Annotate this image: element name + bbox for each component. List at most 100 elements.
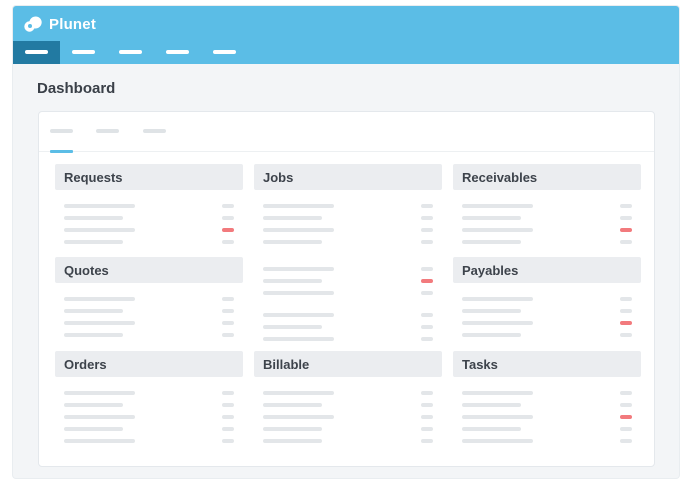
widget-header-receivables[interactable]: Receivables — [453, 164, 641, 190]
dashboard-card: Requests Quotes Orders Jobs Billable Rec… — [38, 111, 655, 467]
text-placeholder — [263, 403, 322, 407]
text-placeholder — [263, 291, 334, 295]
text-placeholder — [64, 391, 135, 395]
value-placeholder — [222, 391, 234, 395]
list-item — [254, 401, 442, 413]
text-placeholder — [64, 439, 135, 443]
text-placeholder — [462, 439, 533, 443]
alert-indicator — [620, 228, 632, 232]
text-placeholder — [64, 204, 135, 208]
nav-item-1[interactable] — [13, 41, 60, 64]
text-placeholder — [64, 321, 135, 325]
value-placeholder — [620, 391, 632, 395]
widget-header-jobs[interactable]: Jobs — [254, 164, 442, 190]
nav-item-2[interactable] — [60, 41, 107, 64]
value-placeholder — [620, 427, 632, 431]
tab-label-placeholder — [50, 129, 73, 133]
widget-header-payables[interactable]: Payables — [453, 257, 641, 283]
text-placeholder — [64, 216, 123, 220]
list-item — [254, 311, 442, 323]
tab-3[interactable] — [143, 112, 181, 152]
list-item — [453, 202, 641, 214]
list-item — [55, 437, 243, 449]
value-placeholder — [620, 309, 632, 313]
widget-rows — [453, 283, 641, 343]
list-item — [55, 331, 243, 343]
list-item — [55, 413, 243, 425]
list-item — [254, 226, 442, 238]
value-placeholder — [421, 313, 433, 317]
widget-rows — [55, 283, 243, 343]
alert-indicator — [620, 321, 632, 325]
text-placeholder — [263, 337, 334, 341]
widget-rows — [254, 301, 442, 347]
text-placeholder — [64, 415, 135, 419]
main-nav — [13, 41, 248, 64]
list-item — [254, 389, 442, 401]
value-placeholder — [222, 333, 234, 337]
text-placeholder — [462, 403, 521, 407]
widget-header-requests[interactable]: Requests — [55, 164, 243, 190]
list-item — [453, 401, 641, 413]
value-placeholder — [222, 204, 234, 208]
value-placeholder — [222, 297, 234, 301]
value-placeholder — [222, 427, 234, 431]
list-item — [254, 214, 442, 226]
page-title: Dashboard — [37, 80, 116, 97]
list-item — [55, 202, 243, 214]
text-placeholder — [462, 391, 533, 395]
nav-item-4[interactable] — [154, 41, 201, 64]
list-item — [55, 425, 243, 437]
brand[interactable]: Plunet — [23, 12, 96, 36]
nav-item-3[interactable] — [107, 41, 154, 64]
text-placeholder — [64, 427, 123, 431]
text-placeholder — [462, 240, 521, 244]
text-placeholder — [462, 204, 533, 208]
value-placeholder — [222, 439, 234, 443]
tab-label-placeholder — [143, 129, 166, 133]
top-bar: Plunet — [13, 6, 679, 64]
value-placeholder — [222, 321, 234, 325]
widget-header-quotes[interactable]: Quotes — [55, 257, 243, 283]
nav-item-placeholder — [119, 50, 142, 54]
nav-item-5[interactable] — [201, 41, 248, 64]
alert-indicator — [421, 279, 433, 283]
tab-2[interactable] — [96, 112, 134, 152]
value-placeholder — [421, 240, 433, 244]
list-item — [453, 331, 641, 343]
list-item — [254, 437, 442, 449]
text-placeholder — [263, 267, 334, 271]
value-placeholder — [620, 297, 632, 301]
tab-label-placeholder — [96, 129, 119, 133]
list-item — [453, 295, 641, 307]
list-item — [453, 226, 641, 238]
value-placeholder — [421, 325, 433, 329]
list-item — [254, 425, 442, 437]
text-placeholder — [64, 333, 123, 337]
widget-header-tasks[interactable]: Tasks — [453, 351, 641, 377]
nav-item-placeholder — [213, 50, 236, 54]
widget-header-billable[interactable]: Billable — [254, 351, 442, 377]
value-placeholder — [222, 403, 234, 407]
text-placeholder — [263, 204, 334, 208]
text-placeholder — [263, 325, 322, 329]
list-item — [254, 289, 442, 301]
text-placeholder — [263, 228, 334, 232]
text-placeholder — [263, 391, 334, 395]
value-placeholder — [421, 267, 433, 271]
list-item — [254, 413, 442, 425]
text-placeholder — [263, 439, 322, 443]
widget-unlabeled — [254, 257, 442, 347]
text-placeholder — [64, 403, 123, 407]
value-placeholder — [421, 391, 433, 395]
text-placeholder — [462, 228, 533, 232]
widget-header-orders[interactable]: Orders — [55, 351, 243, 377]
text-placeholder — [64, 297, 135, 301]
list-item — [55, 214, 243, 226]
tab-1[interactable] — [50, 112, 88, 153]
list-item — [254, 323, 442, 335]
list-item — [55, 389, 243, 401]
text-placeholder — [462, 216, 521, 220]
widget-rows — [55, 190, 243, 250]
widget-rows — [254, 190, 442, 250]
